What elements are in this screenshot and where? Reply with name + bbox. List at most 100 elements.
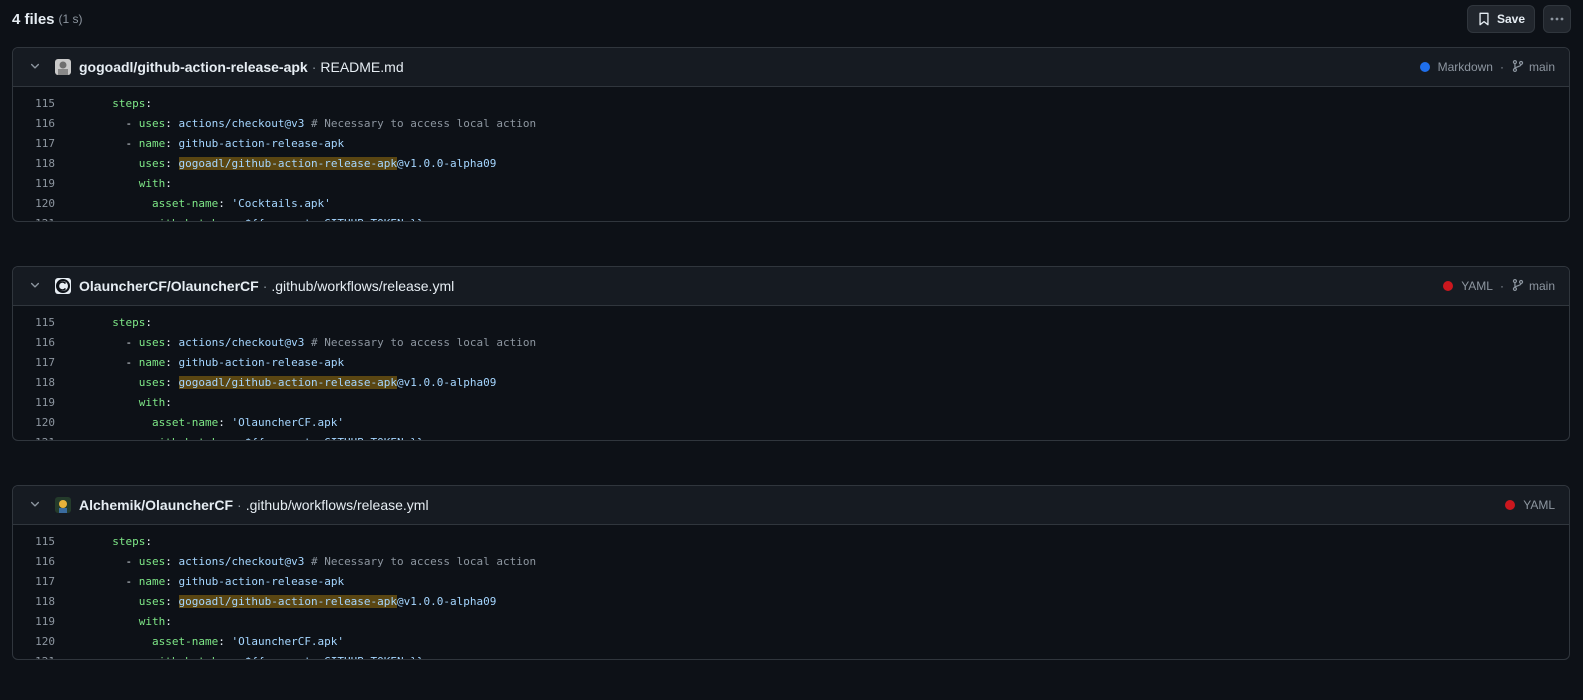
search-time: (1 s) bbox=[58, 12, 83, 26]
owner-avatar[interactable] bbox=[55, 497, 71, 513]
line-number[interactable]: 118 bbox=[13, 376, 55, 389]
code-snippet[interactable]: 115 steps: 116 - uses: actions/checkout@… bbox=[13, 306, 1569, 441]
path-separator: · bbox=[237, 497, 242, 513]
line-number[interactable]: 117 bbox=[13, 575, 55, 588]
repo-link[interactable]: gogoadl/github-action-release-apk bbox=[79, 59, 308, 75]
line-number[interactable]: 119 bbox=[13, 396, 55, 409]
meta-separator: · bbox=[1499, 279, 1504, 293]
code-line-text: with: bbox=[138, 395, 172, 409]
path-separator: · bbox=[311, 59, 317, 75]
code-line: 121 github-token: ${{ secrets.GITHUB_TOK… bbox=[13, 432, 1569, 441]
code-line-text: steps: bbox=[112, 96, 152, 110]
line-number[interactable]: 120 bbox=[13, 635, 55, 648]
line-number[interactable]: 119 bbox=[13, 177, 55, 190]
line-number[interactable]: 117 bbox=[13, 356, 55, 369]
line-number[interactable]: 120 bbox=[13, 197, 55, 210]
code-line: 120 asset-name: 'OlauncherCF.apk' bbox=[13, 412, 1569, 432]
code-line: 119 with: bbox=[13, 392, 1569, 412]
line-number[interactable]: 115 bbox=[13, 535, 55, 548]
line-number[interactable]: 116 bbox=[13, 336, 55, 349]
chevron-down-icon bbox=[29, 278, 41, 294]
repo-link[interactable]: OlauncherCF/OlauncherCF bbox=[79, 278, 259, 294]
code-line-text: - name: github-action-release-apk bbox=[99, 574, 345, 588]
code-line: 115 steps: bbox=[13, 312, 1569, 332]
code-line-text: github-token: ${{ secrets.GITHUB_TOKEN }… bbox=[99, 655, 424, 660]
results-header: 4 files (1 s) Save bbox=[12, 4, 1571, 34]
line-number[interactable]: 116 bbox=[13, 555, 55, 568]
code-line: 118 uses: gogoadl/github-action-release-… bbox=[13, 153, 1569, 173]
language-label: Markdown bbox=[1437, 60, 1493, 74]
path-separator: · bbox=[262, 278, 268, 294]
line-number[interactable]: 121 bbox=[13, 655, 55, 660]
code-line: 117 - name: github-action-release-apk bbox=[13, 133, 1569, 153]
chevron-down-icon bbox=[29, 497, 41, 513]
code-line: 120 asset-name: 'Cocktails.apk' bbox=[13, 193, 1569, 213]
header-actions: Save bbox=[1466, 5, 1571, 33]
code-line: 120 asset-name: 'OlauncherCF.apk' bbox=[13, 631, 1569, 651]
code-snippet[interactable]: 115 steps: 116 - uses: actions/checkout@… bbox=[13, 87, 1569, 222]
line-number[interactable]: 118 bbox=[13, 595, 55, 608]
line-number[interactable]: 121 bbox=[13, 217, 55, 222]
collapse-toggle[interactable] bbox=[27, 278, 43, 294]
code-line-text: uses: gogoadl/github-action-release-apk@… bbox=[138, 375, 497, 389]
file-meta: Markdown · main bbox=[1419, 59, 1555, 76]
code-line: 119 with: bbox=[13, 173, 1569, 193]
code-line: 116 - uses: actions/checkout@v3 # Necess… bbox=[13, 113, 1569, 133]
branch-name: main bbox=[1528, 60, 1555, 74]
code-line: 119 with: bbox=[13, 611, 1569, 631]
code-line: 118 uses: gogoadl/github-action-release-… bbox=[13, 591, 1569, 611]
branch-link[interactable]: main bbox=[1511, 59, 1555, 76]
language-color-dot bbox=[1443, 281, 1454, 291]
save-label: Save bbox=[1496, 12, 1525, 26]
language-label: YAML bbox=[1461, 279, 1493, 293]
file-path-link[interactable]: .github/workflows/release.yml bbox=[271, 278, 454, 294]
code-line-text: github-token: ${{ secrets.GITHUB_TOKEN }… bbox=[99, 436, 424, 441]
code-line-text: with: bbox=[138, 176, 172, 190]
owner-avatar[interactable] bbox=[55, 278, 71, 294]
code-line-text: - uses: actions/checkout@v3 # Necessary … bbox=[99, 335, 537, 349]
language-label: YAML bbox=[1523, 498, 1555, 512]
match-highlight: gogoadl/github-action-release-apk bbox=[178, 375, 398, 389]
branch-name: main bbox=[1528, 279, 1555, 293]
code-text: @v1.0.0-alpha09 bbox=[397, 594, 497, 608]
bookmark-icon bbox=[1477, 12, 1491, 26]
code-snippet[interactable]: 115 steps: 116 - uses: actions/checkout@… bbox=[13, 525, 1569, 660]
line-number[interactable]: 120 bbox=[13, 416, 55, 429]
file-path-link[interactable]: .github/workflows/release.yml bbox=[246, 497, 429, 513]
line-number[interactable]: 121 bbox=[13, 436, 55, 441]
code-line-text: - uses: actions/checkout@v3 # Necessary … bbox=[99, 116, 537, 130]
code-line: 116 - uses: actions/checkout@v3 # Necess… bbox=[13, 332, 1569, 352]
line-number[interactable]: 119 bbox=[13, 615, 55, 628]
language-color-dot bbox=[1505, 500, 1516, 510]
collapse-toggle[interactable] bbox=[27, 59, 43, 75]
file-path-link[interactable]: README.md bbox=[320, 59, 403, 75]
line-number[interactable]: 115 bbox=[13, 316, 55, 329]
line-number[interactable]: 116 bbox=[13, 117, 55, 130]
code-line-text: uses: gogoadl/github-action-release-apk@… bbox=[138, 594, 497, 608]
code-line: 121 github-token: ${{ secrets.GITHUB_TOK… bbox=[13, 651, 1569, 660]
result-card: Alchemik/OlauncherCF · .github/workflows… bbox=[12, 485, 1570, 660]
branch-link[interactable]: main bbox=[1511, 278, 1555, 295]
code-line-text: asset-name: 'Cocktails.apk' bbox=[151, 196, 331, 210]
repo-link[interactable]: Alchemik/OlauncherCF bbox=[79, 497, 233, 513]
code-line-text: - uses: actions/checkout@v3 # Necessary … bbox=[99, 554, 537, 568]
git-branch-icon bbox=[1511, 59, 1525, 76]
code-line-text: - name: github-action-release-apk bbox=[99, 136, 345, 150]
chevron-down-icon bbox=[29, 59, 41, 75]
code-text: @v1.0.0-alpha09 bbox=[397, 375, 497, 389]
collapse-toggle[interactable] bbox=[27, 497, 43, 513]
code-line: 115 steps: bbox=[13, 531, 1569, 551]
match-highlight: gogoadl/github-action-release-apk bbox=[178, 156, 398, 170]
result-card: OlauncherCF/OlauncherCF · .github/workfl… bbox=[12, 266, 1570, 441]
result-header: Alchemik/OlauncherCF · .github/workflows… bbox=[13, 486, 1569, 525]
language-color-dot bbox=[1419, 62, 1430, 72]
git-branch-icon bbox=[1511, 278, 1525, 295]
line-number[interactable]: 115 bbox=[13, 97, 55, 110]
save-button[interactable]: Save bbox=[1466, 5, 1535, 33]
line-number[interactable]: 118 bbox=[13, 157, 55, 170]
code-line-text: github-token: ${{ secrets.GITHUB_TOKEN }… bbox=[99, 217, 424, 222]
code-line: 117 - name: github-action-release-apk bbox=[13, 352, 1569, 372]
more-options-button[interactable] bbox=[1543, 5, 1571, 33]
owner-avatar[interactable] bbox=[55, 59, 71, 75]
line-number[interactable]: 117 bbox=[13, 137, 55, 150]
